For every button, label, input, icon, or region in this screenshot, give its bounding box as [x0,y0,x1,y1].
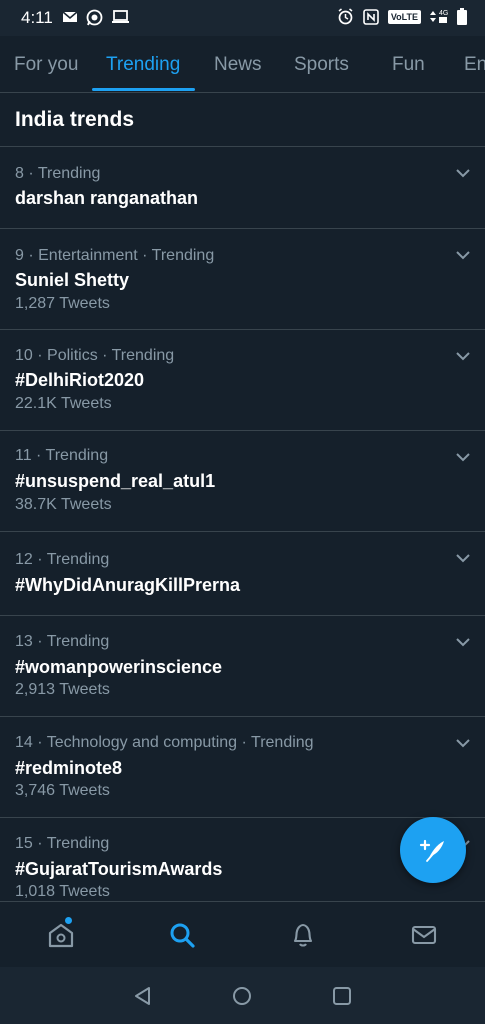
status-bar: 4:11 VoLTE 4G [0,0,485,36]
gmail-icon [62,11,78,22]
system-navigation [0,967,485,1024]
chevron-down-icon[interactable] [455,348,471,364]
trend-meta: 8 · Trending [15,165,101,182]
whatsapp-icon [86,9,103,26]
trend-name: #DelhiRiot2020 [15,370,145,390]
trend-item[interactable]: 14 · Technology and computing · Trending… [0,717,485,818]
chevron-down-icon[interactable] [455,165,471,181]
search-icon[interactable] [167,920,197,950]
alarm-icon [338,8,353,25]
recents-icon[interactable] [331,985,353,1007]
tab-entertainment[interactable]: En [464,54,485,76]
explore-tabs: For you Trending News Sports Fun En [0,36,485,93]
chevron-down-icon[interactable] [455,550,471,566]
messages-icon[interactable] [409,920,439,950]
trend-meta: 13 · Trending [15,633,110,650]
chevron-down-icon[interactable] [455,247,471,263]
trend-name: #redminote8 [15,758,123,778]
trend-tweet-count: 2,913 Tweets [15,681,110,698]
status-right-icons: VoLTE 4G [337,8,467,25]
compose-tweet-icon [419,839,444,862]
trend-item[interactable]: 11 · Trending #unsuspend_real_atul1 38.7… [0,431,485,532]
trend-name: #GujaratTourismAwards [15,859,223,879]
trend-name: #unsuspend_real_atul1 [15,471,216,491]
trend-meta: 14 · Technology and computing · Trending [15,734,314,751]
section-title: India trends [15,108,135,131]
trend-name: #womanpowerinscience [15,657,223,677]
trend-item[interactable]: 10 · Politics · Trending #DelhiRiot2020 … [0,330,485,431]
trend-name: #WhyDidAnuragKillPrerna [15,575,241,595]
trend-meta: 11 · Trending [15,447,109,464]
nfc-icon [363,8,379,25]
network-4g-icon: 4G [430,10,448,23]
trend-meta: 10 · Politics · Trending [15,347,175,364]
trend-meta: 9 · Entertainment · Trending [15,247,215,264]
trend-tweet-count: 22.1K Tweets [15,395,112,412]
trend-tweet-count: 1,287 Tweets [15,295,110,312]
trend-item[interactable]: 8 · Trending darshan ranganathan [0,147,485,229]
back-icon[interactable] [132,985,154,1007]
laptop-icon [112,10,129,23]
trend-meta: 12 · Trending [15,551,110,568]
trend-item[interactable]: 13 · Trending #womanpowerinscience 2,913… [0,616,485,717]
trend-item[interactable]: 9 · Entertainment · Trending Suniel Shet… [0,229,485,330]
chevron-down-icon[interactable] [455,449,471,465]
svg-text:4G: 4G [439,10,448,17]
trend-name: darshan ranganathan [15,188,199,208]
status-time: 4:11 [21,8,53,27]
notifications-icon[interactable] [288,920,318,950]
home-circle-icon[interactable] [231,985,253,1007]
compose-tweet-button[interactable] [400,817,466,883]
trend-meta: 15 · Trending [15,835,110,852]
trend-tweet-count: 1,018 Tweets [15,883,110,900]
tab-news[interactable]: News [214,54,262,76]
section-header: India trends [0,92,485,147]
volte-icon: VoLTE [387,9,421,24]
bottom-navigation [0,901,485,968]
trend-item[interactable]: 12 · Trending #WhyDidAnuragKillPrerna [0,532,485,616]
tab-sports[interactable]: Sports [294,54,349,76]
home-icon[interactable] [46,920,76,950]
trend-tweet-count: 38.7K Tweets [15,496,112,513]
battery-icon [457,8,467,25]
trend-name: Suniel Shetty [15,270,130,290]
tab-for-you[interactable]: For you [14,54,78,76]
active-tab-indicator [92,88,195,91]
tab-trending[interactable]: Trending [106,54,180,76]
trend-tweet-count: 3,746 Tweets [15,782,110,799]
new-content-dot [65,917,72,924]
chevron-down-icon[interactable] [455,634,471,650]
tab-fun[interactable]: Fun [392,54,425,76]
status-left-icons [62,9,130,26]
chevron-down-icon[interactable] [455,735,471,751]
